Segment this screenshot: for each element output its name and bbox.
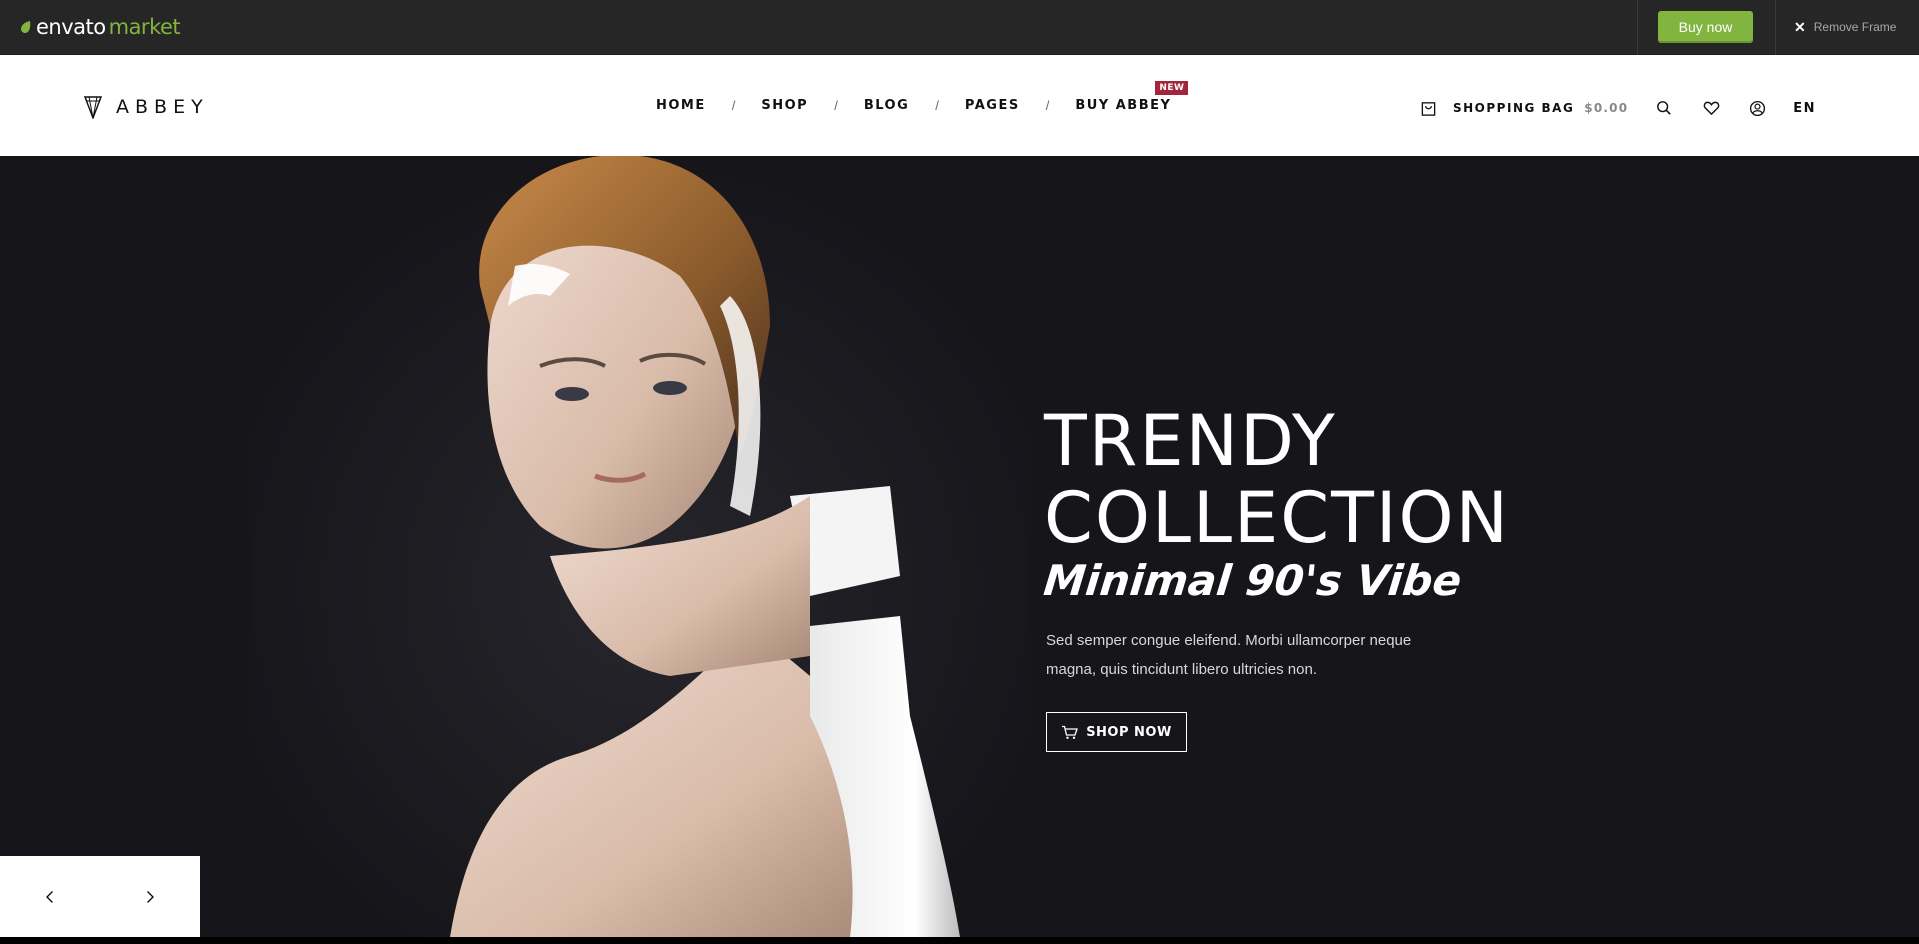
chevron-right-icon[interactable] bbox=[143, 890, 157, 904]
close-icon: ✕ bbox=[1794, 18, 1806, 35]
new-badge: NEW bbox=[1155, 81, 1189, 95]
envato-product-text: market bbox=[108, 15, 181, 39]
hero-title-line1: TRENDY bbox=[1044, 400, 1337, 482]
page-bottom-edge bbox=[0, 937, 1919, 944]
heart-icon[interactable] bbox=[1702, 99, 1720, 117]
bar-divider bbox=[1775, 0, 1776, 55]
hero-title-line2: COLLECTION bbox=[1044, 477, 1510, 559]
hero-model-image bbox=[250, 156, 1030, 937]
hero-description: Sed semper congue eleifend. Morbi ullamc… bbox=[1046, 632, 1412, 678]
search-icon[interactable] bbox=[1655, 99, 1673, 117]
shopping-bag-icon[interactable] bbox=[1419, 99, 1437, 117]
hero-slider: TRENDY COLLECTION Minimal 90's Vibe Sed … bbox=[0, 156, 1919, 937]
chevron-left-icon[interactable] bbox=[43, 890, 57, 904]
nav-item-shop[interactable]: SHOP bbox=[761, 98, 808, 113]
language-selector[interactable]: EN bbox=[1793, 101, 1816, 116]
remove-frame-label: Remove Frame bbox=[1813, 20, 1897, 34]
nav-item-blog[interactable]: BLOG bbox=[864, 98, 909, 113]
abbey-logo[interactable]: ABBEY bbox=[84, 95, 209, 119]
envato-leaf-icon bbox=[21, 21, 31, 33]
envato-brand-text: envato bbox=[36, 15, 106, 39]
nav-separator: / bbox=[834, 98, 838, 113]
nav-item-buy-abbey[interactable]: BUY ABBEY NEW bbox=[1075, 81, 1189, 113]
shopping-bag-label[interactable]: SHOPPING BAG bbox=[1453, 101, 1574, 115]
hero-title: TRENDY COLLECTION bbox=[1044, 403, 1510, 557]
shop-now-label: SHOP NOW bbox=[1086, 724, 1172, 740]
remove-frame-button[interactable]: ✕ Remove Frame bbox=[1794, 16, 1896, 38]
cart-icon bbox=[1062, 725, 1079, 739]
abbey-logo-icon bbox=[84, 96, 102, 119]
buy-now-button[interactable]: Buy now bbox=[1658, 11, 1753, 43]
slider-controls bbox=[0, 856, 200, 937]
logo-text: ABBEY bbox=[116, 96, 209, 118]
hero-script-subtitle: Minimal 90's Vibe bbox=[1041, 556, 1464, 605]
envato-top-bar: envato market Buy now ✕ Remove Frame bbox=[0, 0, 1919, 55]
nav-item-buy-abbey-label: BUY ABBEY bbox=[1075, 98, 1172, 113]
bar-divider bbox=[1637, 0, 1638, 55]
nav-separator: / bbox=[731, 98, 736, 113]
nav-separator: / bbox=[1045, 98, 1050, 113]
user-icon[interactable] bbox=[1748, 99, 1766, 117]
envato-market-logo[interactable]: envato market bbox=[19, 15, 181, 39]
nav-separator: / bbox=[935, 98, 939, 113]
nav-item-home[interactable]: HOME bbox=[656, 98, 706, 113]
shopping-bag-total: $0.00 bbox=[1584, 101, 1629, 115]
nav-item-pages[interactable]: PAGES bbox=[965, 98, 1020, 113]
main-nav: HOME / SHOP / BLOG / PAGES / BUY ABBEY N… bbox=[656, 81, 1189, 113]
site-header: ABBEY HOME / SHOP / BLOG / PAGES / BUY A… bbox=[0, 55, 1919, 156]
header-actions: SHOPPING BAG $0.00 EN bbox=[1419, 98, 1816, 118]
shop-now-button[interactable]: SHOP NOW bbox=[1046, 712, 1187, 752]
